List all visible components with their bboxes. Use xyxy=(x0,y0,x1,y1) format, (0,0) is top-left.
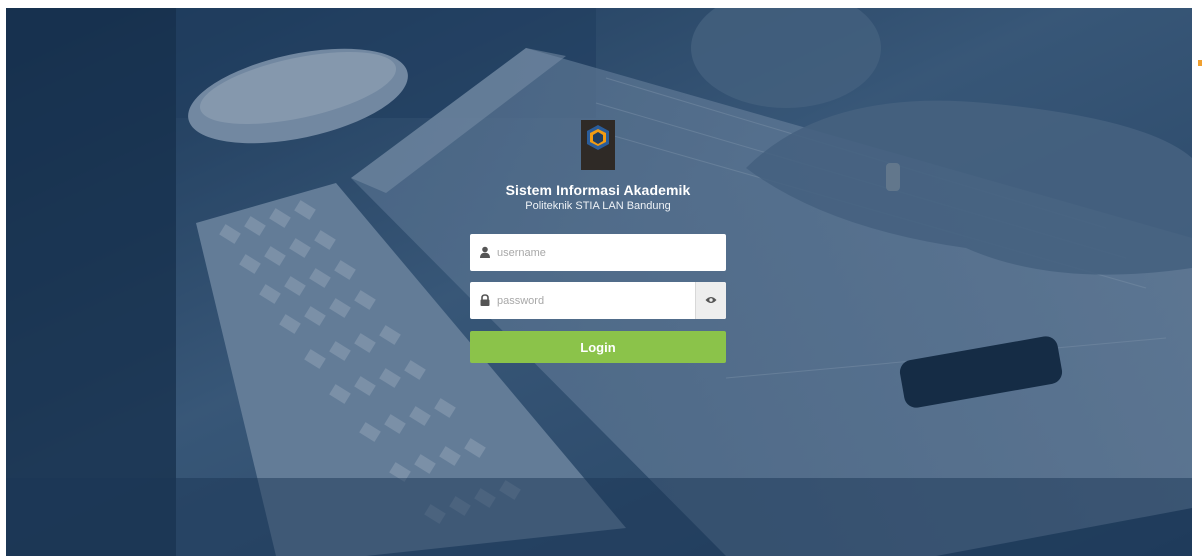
show-password-button[interactable] xyxy=(695,282,726,319)
edge-accent-mark xyxy=(1198,60,1202,66)
login-page: Sistem Informasi Akademik Politeknik STI… xyxy=(6,8,1192,556)
logo-emblem-icon xyxy=(587,125,609,150)
stia-lan-logo xyxy=(581,120,615,170)
password-field[interactable] xyxy=(470,282,726,319)
app-subtitle: Politeknik STIA LAN Bandung xyxy=(525,200,671,212)
login-panel: Sistem Informasi Akademik Politeknik STI… xyxy=(470,120,726,363)
username-input[interactable] xyxy=(497,234,687,271)
app-title: Sistem Informasi Akademik xyxy=(505,182,691,198)
login-button[interactable]: Login xyxy=(470,331,726,363)
lock-icon xyxy=(480,294,490,306)
user-icon xyxy=(480,246,490,258)
password-input[interactable] xyxy=(497,282,657,319)
eye-icon xyxy=(705,297,717,303)
username-field[interactable] xyxy=(470,234,726,271)
window-edge xyxy=(1192,0,1204,558)
